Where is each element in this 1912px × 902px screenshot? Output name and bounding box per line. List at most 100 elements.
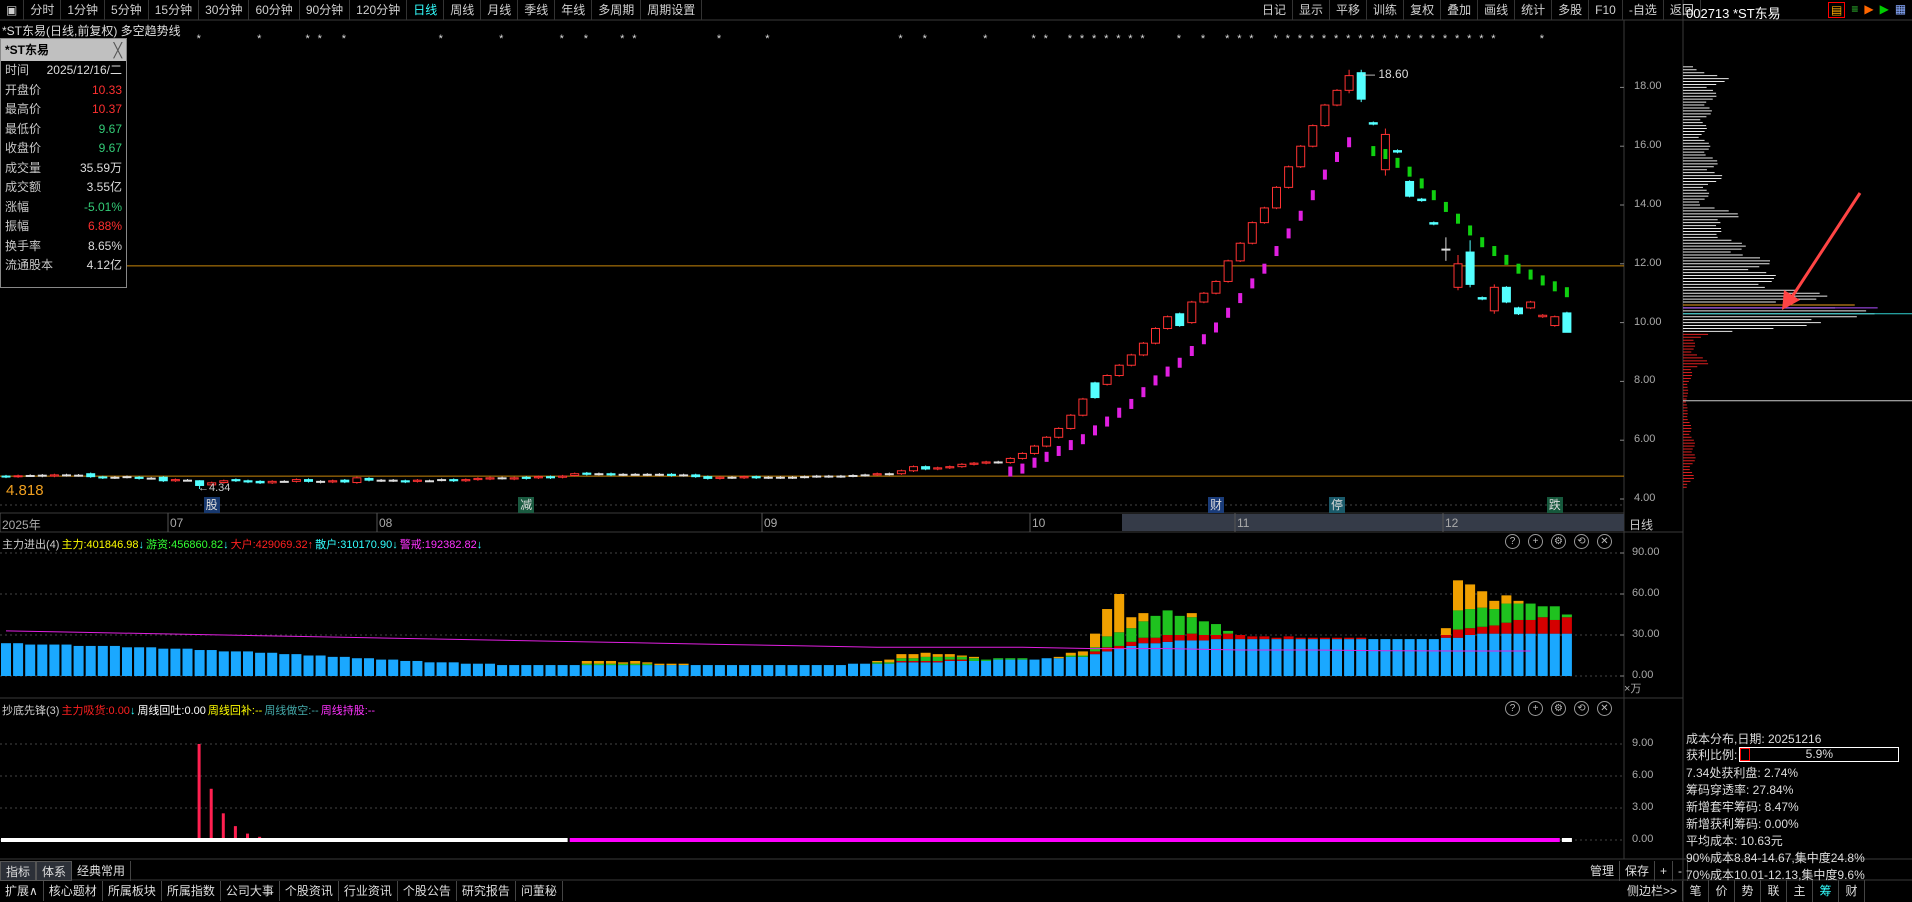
volume-bar-主力: [932, 654, 943, 657]
side-tab-5[interactable]: 筹: [1813, 880, 1839, 902]
close-icon[interactable]: ✕: [1597, 534, 1612, 549]
event-marker[interactable]: 财: [1208, 497, 1224, 513]
play-green-icon[interactable]: ▶: [1880, 2, 1889, 18]
volume-bar-大户: [1271, 637, 1282, 640]
window-icon[interactable]: ▦: [1895, 2, 1906, 18]
candle-up: [1030, 445, 1039, 454]
candle-up: [812, 475, 822, 478]
help-icon[interactable]: ?: [1505, 701, 1520, 716]
candle-down: [993, 461, 1003, 464]
side-tab-4[interactable]: 主: [1787, 880, 1813, 902]
info-tab-4[interactable]: 公司大事: [221, 881, 280, 901]
candle-up: [170, 479, 180, 482]
toolbar-period-2[interactable]: 5分钟: [105, 0, 149, 20]
signal-star: *: [1467, 33, 1472, 45]
info-tab-0[interactable]: 扩展∧: [0, 881, 44, 901]
candle-down: [1393, 150, 1402, 153]
info-tab-3[interactable]: 所属指数: [162, 881, 221, 901]
toolbar-function-4[interactable]: 复权: [1404, 0, 1442, 20]
chart-canvas[interactable]: * * * * * * * * * * * * * * * * * * * * * * * * * * * * * * * * * * * * * * * *…: [0, 0, 1912, 902]
toolbar-period-7[interactable]: 120分钟: [350, 0, 408, 20]
toolbar-function-2[interactable]: 平移: [1330, 0, 1368, 20]
info-row: 时间 2025/12/16/二: [1, 61, 126, 81]
event-marker[interactable]: 股: [203, 497, 220, 513]
toolbar-period-12[interactable]: 年线: [555, 0, 593, 20]
toolbar-period-5[interactable]: 60分钟: [249, 0, 300, 20]
volume-bar-散户: [13, 643, 24, 676]
event-marker[interactable]: 减: [518, 497, 535, 513]
indicator1-tick-label: 60.00: [1632, 586, 1660, 599]
help-icon[interactable]: ?: [1505, 534, 1520, 549]
volume-bar-大户: [1489, 625, 1500, 634]
toolbar-function-0[interactable]: 日记: [1256, 0, 1294, 20]
toolbar-period-3[interactable]: 15分钟: [149, 0, 200, 20]
gear-icon[interactable]: ⚙: [1551, 534, 1566, 549]
toolbar-function-3[interactable]: 训练: [1367, 0, 1405, 20]
candle-up: [872, 473, 882, 476]
volume-bar-散户: [1138, 643, 1149, 676]
toolbar-function-9[interactable]: F10: [1589, 0, 1623, 20]
info-tab-7[interactable]: 个股公告: [398, 881, 457, 901]
toolbar-function-5[interactable]: 叠加: [1441, 0, 1479, 20]
baseline-segment: [1561, 838, 1572, 842]
play-red-icon[interactable]: ▶: [1864, 2, 1873, 18]
toolbar-period-13[interactable]: 多周期: [592, 0, 642, 20]
info-tab-5[interactable]: 个股资讯: [280, 881, 339, 901]
indicator-tab-0[interactable]: 指标: [0, 861, 37, 881]
trend-dot: [1383, 149, 1388, 160]
close-icon[interactable]: ╳: [114, 39, 122, 61]
info-tab-8[interactable]: 研究报告: [457, 881, 516, 901]
toolbar-function-10[interactable]: -自选: [1623, 0, 1664, 20]
zoom-icon[interactable]: +: [1528, 701, 1543, 716]
side-tab-1[interactable]: 价: [1709, 880, 1735, 902]
indicator-tab-1[interactable]: 体系: [36, 861, 73, 881]
toolbar-period-8[interactable]: 日线: [407, 0, 445, 20]
side-tab-0[interactable]: 笔: [1683, 880, 1709, 902]
toolbar-function-7[interactable]: 统计: [1515, 0, 1553, 20]
info-tab-2[interactable]: 所属板块: [103, 881, 162, 901]
side-tab-2[interactable]: 势: [1735, 880, 1761, 902]
bars-icon[interactable]: ≡: [1851, 2, 1858, 18]
toolbar-period-10[interactable]: 月线: [481, 0, 519, 20]
event-marker[interactable]: 跌: [1546, 497, 1563, 513]
indicator-item-label: 周线持股:: [320, 705, 368, 717]
side-tab-6[interactable]: 财: [1839, 880, 1865, 902]
info-tab-9[interactable]: 问董秘: [516, 881, 563, 901]
info-label: 成交额: [5, 180, 42, 194]
toolbar-period-1[interactable]: 1分钟: [61, 0, 106, 20]
toolbar-period-6[interactable]: 90分钟: [300, 0, 351, 20]
chip-icon[interactable]: ▤: [1828, 2, 1846, 18]
signal-bar: [221, 813, 225, 840]
info-tab-1[interactable]: 核心题材: [44, 881, 103, 901]
toolbar-period-14[interactable]: 周期设置: [641, 0, 703, 20]
indicator-tab-2[interactable]: 经典常用: [72, 861, 132, 881]
close-icon[interactable]: ✕: [1597, 701, 1612, 716]
indicator-action-1[interactable]: 保存: [1620, 861, 1656, 881]
sidebar-button[interactable]: 侧边栏>>: [1622, 881, 1684, 901]
layout-toggle-icon[interactable]: ▣: [0, 0, 25, 20]
indicator-action-2[interactable]: +: [1655, 861, 1674, 881]
volume-bar-散户: [1077, 656, 1088, 676]
info-tab-6[interactable]: 行业资讯: [339, 881, 398, 901]
event-marker[interactable]: 停: [1329, 497, 1345, 513]
side-tab-3[interactable]: 联: [1761, 880, 1787, 902]
volume-bar-散户: [1428, 639, 1439, 676]
indicator-action-0[interactable]: 管理: [1585, 861, 1621, 881]
toolbar-function-1[interactable]: 显示: [1293, 0, 1331, 20]
toolbar-period-0[interactable]: 分时: [24, 0, 62, 20]
toolbar-function-6[interactable]: 画线: [1478, 0, 1516, 20]
refresh-icon[interactable]: ⟲: [1574, 701, 1589, 716]
zoom-icon[interactable]: +: [1528, 534, 1543, 549]
volume-bar-游资: [1174, 615, 1185, 635]
refresh-icon[interactable]: ⟲: [1574, 534, 1589, 549]
indicator2-tick-label: 9.00: [1632, 736, 1654, 749]
volume-bar-散户: [182, 648, 193, 676]
gear-icon[interactable]: ⚙: [1551, 701, 1566, 716]
toolbar-period-9[interactable]: 周线: [444, 0, 482, 20]
toolbar-period-4[interactable]: 30分钟: [199, 0, 250, 20]
candle-up: [1042, 436, 1052, 447]
candle-up: [594, 473, 604, 476]
volume-bar-主力: [642, 662, 653, 664]
toolbar-period-11[interactable]: 季线: [518, 0, 556, 20]
toolbar-function-8[interactable]: 多股: [1552, 0, 1590, 20]
